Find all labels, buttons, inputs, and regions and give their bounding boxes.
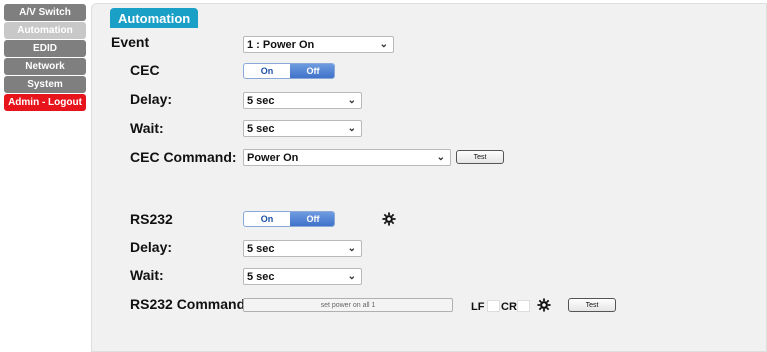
cec-wait-value: 5 sec	[247, 123, 275, 135]
rs232-toggle[interactable]: On Off	[243, 211, 335, 227]
cec-delay-value: 5 sec	[247, 95, 275, 107]
rs232-wait-value: 5 sec	[247, 271, 275, 283]
rs232-wait-label: Wait:	[130, 267, 164, 283]
cec-delay-select[interactable]: 5 sec ⌄	[243, 92, 362, 109]
panel-title-tab: Automation	[110, 8, 199, 28]
gear-icon[interactable]	[537, 298, 551, 312]
chevron-down-icon: ⌄	[347, 123, 356, 134]
sidebar-item-network[interactable]: Network	[4, 58, 86, 75]
lf-checkbox[interactable]	[487, 300, 500, 312]
rs232-label: RS232	[130, 211, 173, 227]
sidebar-item-av-switch[interactable]: A/V Switch	[4, 4, 86, 21]
cr-checkbox[interactable]	[517, 300, 530, 312]
chevron-down-icon: ⌄	[347, 243, 356, 254]
rs232-off-option[interactable]: Off	[290, 212, 334, 226]
cec-delay-label: Delay:	[130, 91, 173, 107]
gear-icon[interactable]	[382, 212, 396, 226]
cec-wait-select[interactable]: 5 sec ⌄	[243, 120, 362, 137]
cec-on-option[interactable]: On	[244, 64, 290, 78]
cec-wait-label: Wait:	[130, 120, 164, 136]
chevron-down-icon: ⌄	[347, 95, 356, 106]
rs232-delay-value: 5 sec	[247, 243, 275, 255]
sidebar-item-automation[interactable]: Automation	[4, 22, 86, 39]
admin-logout-button[interactable]: Admin - Logout	[4, 94, 86, 111]
sidebar: A/V Switch Automation EDID Network Syste…	[4, 4, 86, 112]
chevron-down-icon: ⌄	[347, 271, 356, 282]
cec-command-select[interactable]: Power On ⌄	[243, 149, 451, 166]
cec-off-option[interactable]: Off	[290, 64, 334, 78]
rs232-delay-label: Delay:	[130, 239, 173, 255]
lf-label: LF	[471, 301, 485, 313]
cec-test-button[interactable]: Test	[456, 150, 504, 164]
cec-label: CEC	[130, 62, 160, 78]
sidebar-item-edid[interactable]: EDID	[4, 40, 86, 57]
rs232-wait-select[interactable]: 5 sec ⌄	[243, 268, 362, 285]
event-select[interactable]: 1 : Power On ⌄	[243, 36, 394, 53]
cec-command-label: CEC Command:	[130, 149, 237, 165]
rs232-test-button[interactable]: Test	[568, 298, 616, 312]
cec-toggle[interactable]: On Off	[243, 63, 335, 79]
chevron-down-icon: ⌄	[379, 39, 388, 50]
event-label: Event	[111, 34, 150, 50]
cec-command-value: Power On	[247, 152, 299, 164]
event-select-value: 1 : Power On	[247, 39, 315, 51]
rs232-delay-select[interactable]: 5 sec ⌄	[243, 240, 362, 257]
rs232-command-label: RS232 Command:	[130, 296, 250, 312]
rs232-on-option[interactable]: On	[244, 212, 290, 226]
cr-label: CR	[501, 301, 517, 313]
rs232-command-input[interactable]: set power on all 1	[243, 298, 453, 312]
chevron-down-icon: ⌄	[436, 152, 445, 163]
sidebar-item-system[interactable]: System	[4, 76, 86, 93]
